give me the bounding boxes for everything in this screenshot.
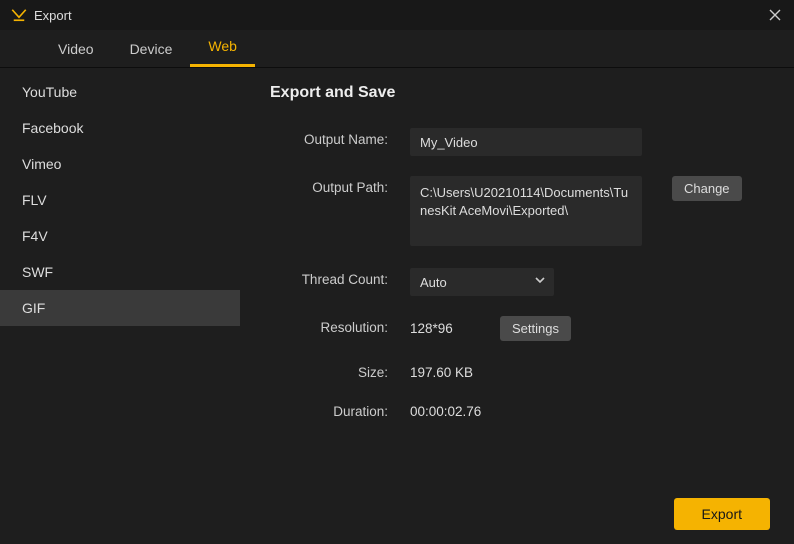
resolution-settings-button[interactable]: Settings bbox=[500, 316, 571, 341]
row-duration: Duration: 00:00:02.76 bbox=[270, 400, 774, 419]
sidebar-item-facebook[interactable]: Facebook bbox=[0, 110, 240, 146]
label-size: Size: bbox=[270, 361, 410, 380]
thread-count-value: Auto bbox=[420, 275, 534, 290]
row-output-path: Output Path: C:\Users\U20210114\Document… bbox=[270, 176, 774, 246]
window-title: Export bbox=[34, 8, 72, 23]
chevron-down-icon bbox=[534, 273, 546, 291]
output-name-input[interactable] bbox=[410, 128, 642, 156]
titlebar: Export bbox=[0, 0, 794, 30]
app-logo-icon bbox=[10, 6, 28, 24]
label-resolution: Resolution: bbox=[270, 316, 410, 335]
sidebar-item-f4v[interactable]: F4V bbox=[0, 218, 240, 254]
export-button[interactable]: Export bbox=[674, 498, 770, 530]
change-path-button[interactable]: Change bbox=[672, 176, 742, 201]
export-window: Export Video Device Web YouTube Facebook… bbox=[0, 0, 794, 544]
sidebar-item-gif[interactable]: GIF bbox=[0, 290, 240, 326]
duration-value: 00:00:02.76 bbox=[410, 400, 481, 419]
output-path-display: C:\Users\U20210114\Documents\TunesKit Ac… bbox=[410, 176, 642, 246]
tab-web[interactable]: Web bbox=[190, 30, 255, 67]
size-value: 197.60 KB bbox=[410, 361, 473, 380]
tab-bar: Video Device Web bbox=[0, 30, 794, 68]
close-icon[interactable] bbox=[766, 6, 784, 24]
tab-device[interactable]: Device bbox=[112, 33, 191, 67]
format-sidebar: YouTube Facebook Vimeo FLV F4V SWF GIF bbox=[0, 68, 240, 544]
row-thread-count: Thread Count: Auto bbox=[270, 268, 774, 296]
sidebar-item-swf[interactable]: SWF bbox=[0, 254, 240, 290]
sidebar-item-vimeo[interactable]: Vimeo bbox=[0, 146, 240, 182]
resolution-value: 128*96 bbox=[410, 321, 470, 336]
label-thread-count: Thread Count: bbox=[270, 268, 410, 287]
sidebar-item-youtube[interactable]: YouTube bbox=[0, 74, 240, 110]
panel-heading: Export and Save bbox=[270, 84, 774, 102]
row-resolution: Resolution: 128*96 Settings bbox=[270, 316, 774, 341]
row-size: Size: 197.60 KB bbox=[270, 361, 774, 380]
tab-video[interactable]: Video bbox=[40, 33, 112, 67]
main-area: YouTube Facebook Vimeo FLV F4V SWF GIF E… bbox=[0, 68, 794, 544]
label-output-name: Output Name: bbox=[270, 128, 410, 147]
export-settings-panel: Export and Save Output Name: Output Path… bbox=[240, 68, 794, 544]
footer: Export bbox=[674, 498, 770, 530]
sidebar-item-flv[interactable]: FLV bbox=[0, 182, 240, 218]
label-output-path: Output Path: bbox=[270, 176, 410, 195]
label-duration: Duration: bbox=[270, 400, 410, 419]
row-output-name: Output Name: bbox=[270, 128, 774, 156]
thread-count-select[interactable]: Auto bbox=[410, 268, 554, 296]
